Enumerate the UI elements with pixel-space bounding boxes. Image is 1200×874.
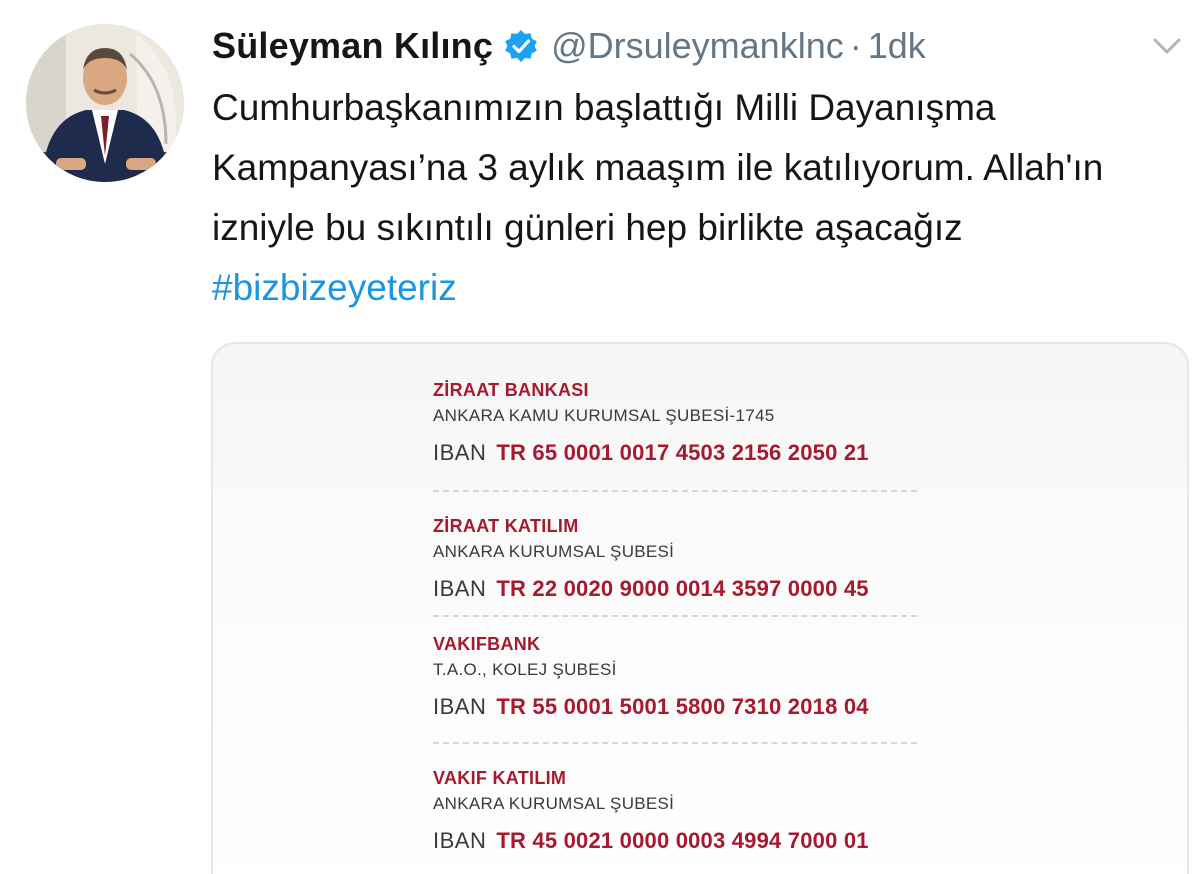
- bank-entry: ZİRAAT KATILIM ANKARA KURUMSAL ŞUBESİ IB…: [433, 516, 869, 602]
- tweet-header: Süleyman Kılınç @Drsuleymanklnc · 1dk: [212, 20, 926, 72]
- iban-row: IBAN TR 65 0001 0017 4503 2156 2050 21: [433, 440, 869, 466]
- bank-branch: ANKARA KURUMSAL ŞUBESİ: [433, 794, 675, 813]
- iban-label: IBAN: [433, 576, 487, 601]
- iban-number: TR 65 0001 0017 4503 2156 2050 21: [496, 440, 869, 465]
- chevron-down-icon[interactable]: [1150, 34, 1184, 58]
- tweet-image[interactable]: ZİRAAT BANKASI ANKARA KAMU KURUMSAL ŞUBE…: [211, 342, 1189, 874]
- verified-badge-icon: [503, 28, 539, 64]
- iban-number: TR 45 0021 0000 0003 4994 7000 01: [496, 828, 869, 853]
- author-name[interactable]: Süleyman Kılınç: [212, 25, 493, 67]
- meta-separator: ·: [849, 25, 862, 66]
- iban-label: IBAN: [433, 694, 487, 719]
- tweet: Süleyman Kılınç @Drsuleymanklnc · 1dk Cu…: [0, 0, 1200, 874]
- dashed-divider: [433, 490, 917, 492]
- iban-number: TR 55 0001 5001 5800 7310 2018 04: [496, 694, 869, 719]
- bank-entry: ZİRAAT BANKASI ANKARA KAMU KURUMSAL ŞUBE…: [433, 380, 869, 466]
- hashtag-link[interactable]: #bizbizeyeteriz: [212, 267, 457, 308]
- iban-number: TR 22 0020 9000 0014 3597 0000 45: [496, 576, 869, 601]
- iban-label: IBAN: [433, 440, 487, 465]
- iban-label: IBAN: [433, 828, 487, 853]
- dashed-divider: [433, 615, 917, 617]
- bank-branch: ANKARA KURUMSAL ŞUBESİ: [433, 542, 675, 561]
- author-handle[interactable]: @Drsuleymanklnc: [551, 25, 844, 67]
- bank-name: ZİRAAT KATILIM: [433, 516, 579, 536]
- bank-branch: ANKARA KAMU KURUMSAL ŞUBESİ-1745: [433, 406, 775, 425]
- avatar[interactable]: [26, 24, 184, 182]
- tweet-timestamp[interactable]: 1dk: [868, 25, 926, 67]
- iban-row: IBAN TR 22 0020 9000 0014 3597 0000 45: [433, 576, 869, 602]
- iban-row: IBAN TR 55 0001 5001 5800 7310 2018 04: [433, 694, 869, 720]
- tweet-body: Cumhurbaşkanımızın başlattığı Milli Daya…: [212, 87, 1104, 248]
- tweet-text: Cumhurbaşkanımızın başlattığı Milli Daya…: [212, 78, 1182, 318]
- dashed-divider: [433, 742, 917, 744]
- avatar-photo: [26, 24, 184, 182]
- bank-name: VAKIFBANK: [433, 634, 541, 654]
- bank-entry: VAKIF KATILIM ANKARA KURUMSAL ŞUBESİ IBA…: [433, 768, 869, 854]
- iban-row: IBAN TR 45 0021 0000 0003 4994 7000 01: [433, 828, 869, 854]
- bank-name: ZİRAAT BANKASI: [433, 380, 589, 400]
- bank-entry: VAKIFBANK T.A.O., KOLEJ ŞUBESİ IBAN TR 55…: [433, 634, 869, 720]
- bank-branch: T.A.O., KOLEJ ŞUBESİ: [433, 660, 617, 679]
- bank-name: VAKIF KATILIM: [433, 768, 567, 788]
